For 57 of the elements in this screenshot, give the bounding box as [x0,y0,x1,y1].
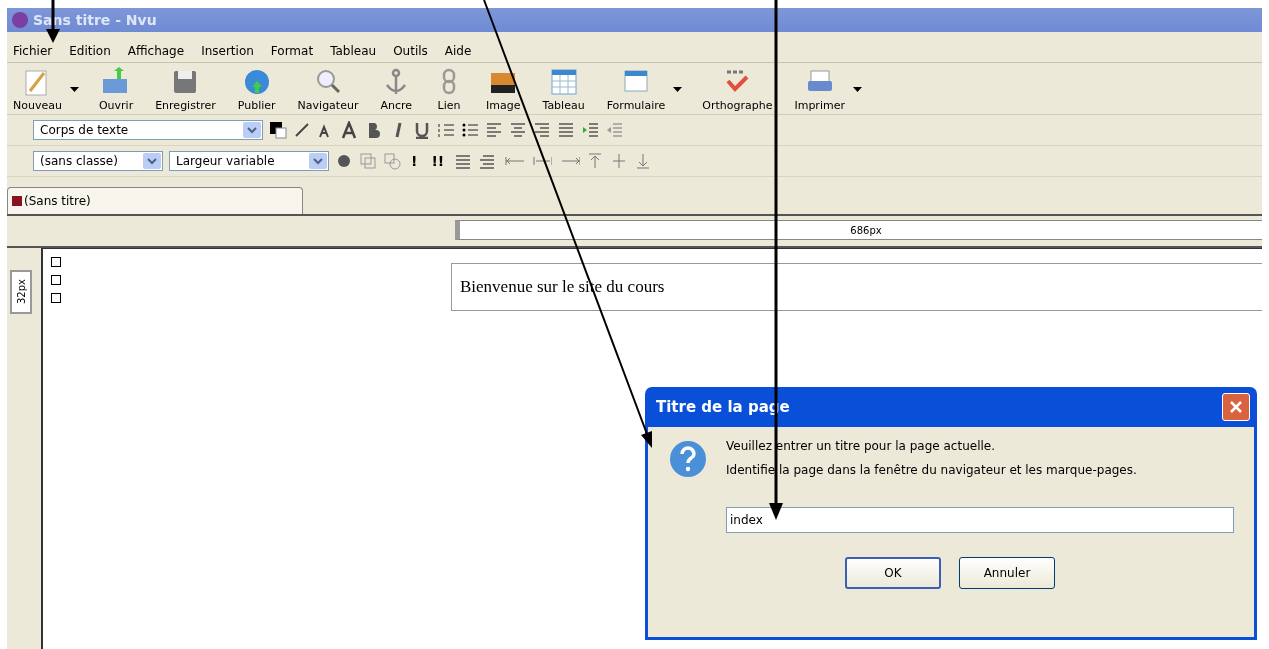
font-larger-icon[interactable] [341,121,359,139]
document-tab[interactable]: (Sans titre) [7,187,303,214]
width-select[interactable]: Largeur variable [169,151,329,171]
list-icon[interactable] [454,152,473,170]
title-input[interactable]: index [726,507,1234,533]
toolbar-button[interactable]: Ouvrir [92,67,140,112]
toolbar-button[interactable]: Publier [231,67,282,112]
menu-item[interactable]: Tableau [330,44,377,58]
height-label: 32px [10,270,32,314]
bullet-list-icon[interactable] [461,121,479,139]
sphere-icon[interactable] [335,152,353,170]
document-icon [12,196,22,206]
app-logo-icon [11,11,29,29]
caret-icon[interactable] [852,87,862,92]
paragraph-style-select[interactable]: Corps de texte [33,120,263,140]
dialog-message: Identifie la page dans la fenêtre du navigateur et les marque-pages. [726,463,1138,477]
menu-item[interactable]: Edition [69,44,111,58]
align-right-icon[interactable] [533,121,551,139]
menu-item[interactable]: Fichier [13,44,53,58]
menu-item[interactable]: Format [270,44,314,58]
menu-item[interactable]: Outils [393,44,428,58]
align-left-icon[interactable] [485,121,503,139]
list-icon[interactable] [478,152,497,170]
outdent-icon[interactable] [605,121,623,139]
toolbar-button[interactable]: Imprimer [788,67,851,112]
close-button[interactable] [1222,393,1250,421]
menu-item[interactable]: Affichage [127,44,185,58]
toolbar-button[interactable]: Lien [428,67,471,112]
menu-item[interactable]: Insertion [201,44,254,58]
pencil-icon[interactable] [293,121,311,139]
toolbar-button[interactable]: Tableau [536,67,591,112]
toolbar-button[interactable]: Nouveau [7,67,68,112]
table-icon [548,67,579,97]
toolbar-button[interactable]: !! [427,153,449,169]
underline-icon[interactable] [413,121,431,139]
numbered-list-icon[interactable] [437,121,455,139]
menu-item[interactable]: Aide [444,44,472,58]
toolbar-button[interactable]: Image [480,67,527,112]
caret-icon[interactable] [69,87,79,92]
dialog-button[interactable]: Annuler [959,557,1055,589]
dialog-button[interactable]: OK [845,557,941,589]
close-icon [1229,400,1243,414]
width-ruler: 686px [455,220,1262,240]
toolbar-button[interactable]: Navigateur [291,67,365,112]
class-select[interactable]: (sans classe) [33,151,163,171]
justify-icon[interactable] [557,121,575,139]
caret-icon[interactable] [673,87,683,92]
text-color-icon[interactable] [269,121,287,139]
toolbar-button[interactable]: Formulaire [600,67,672,112]
toolbar-button[interactable]: Ancre [374,67,419,112]
toolbar-button[interactable]: ! [407,153,422,169]
question-icon [668,439,708,479]
dialog-message: Veuillez entrer un titre pour la page actuelle. [726,439,996,453]
toolbar-button[interactable]: Orthographe [696,67,779,112]
toolbar-button[interactable]: Enregistrer [149,67,222,112]
indent-icon[interactable] [581,121,599,139]
align-center-icon[interactable] [509,121,527,139]
